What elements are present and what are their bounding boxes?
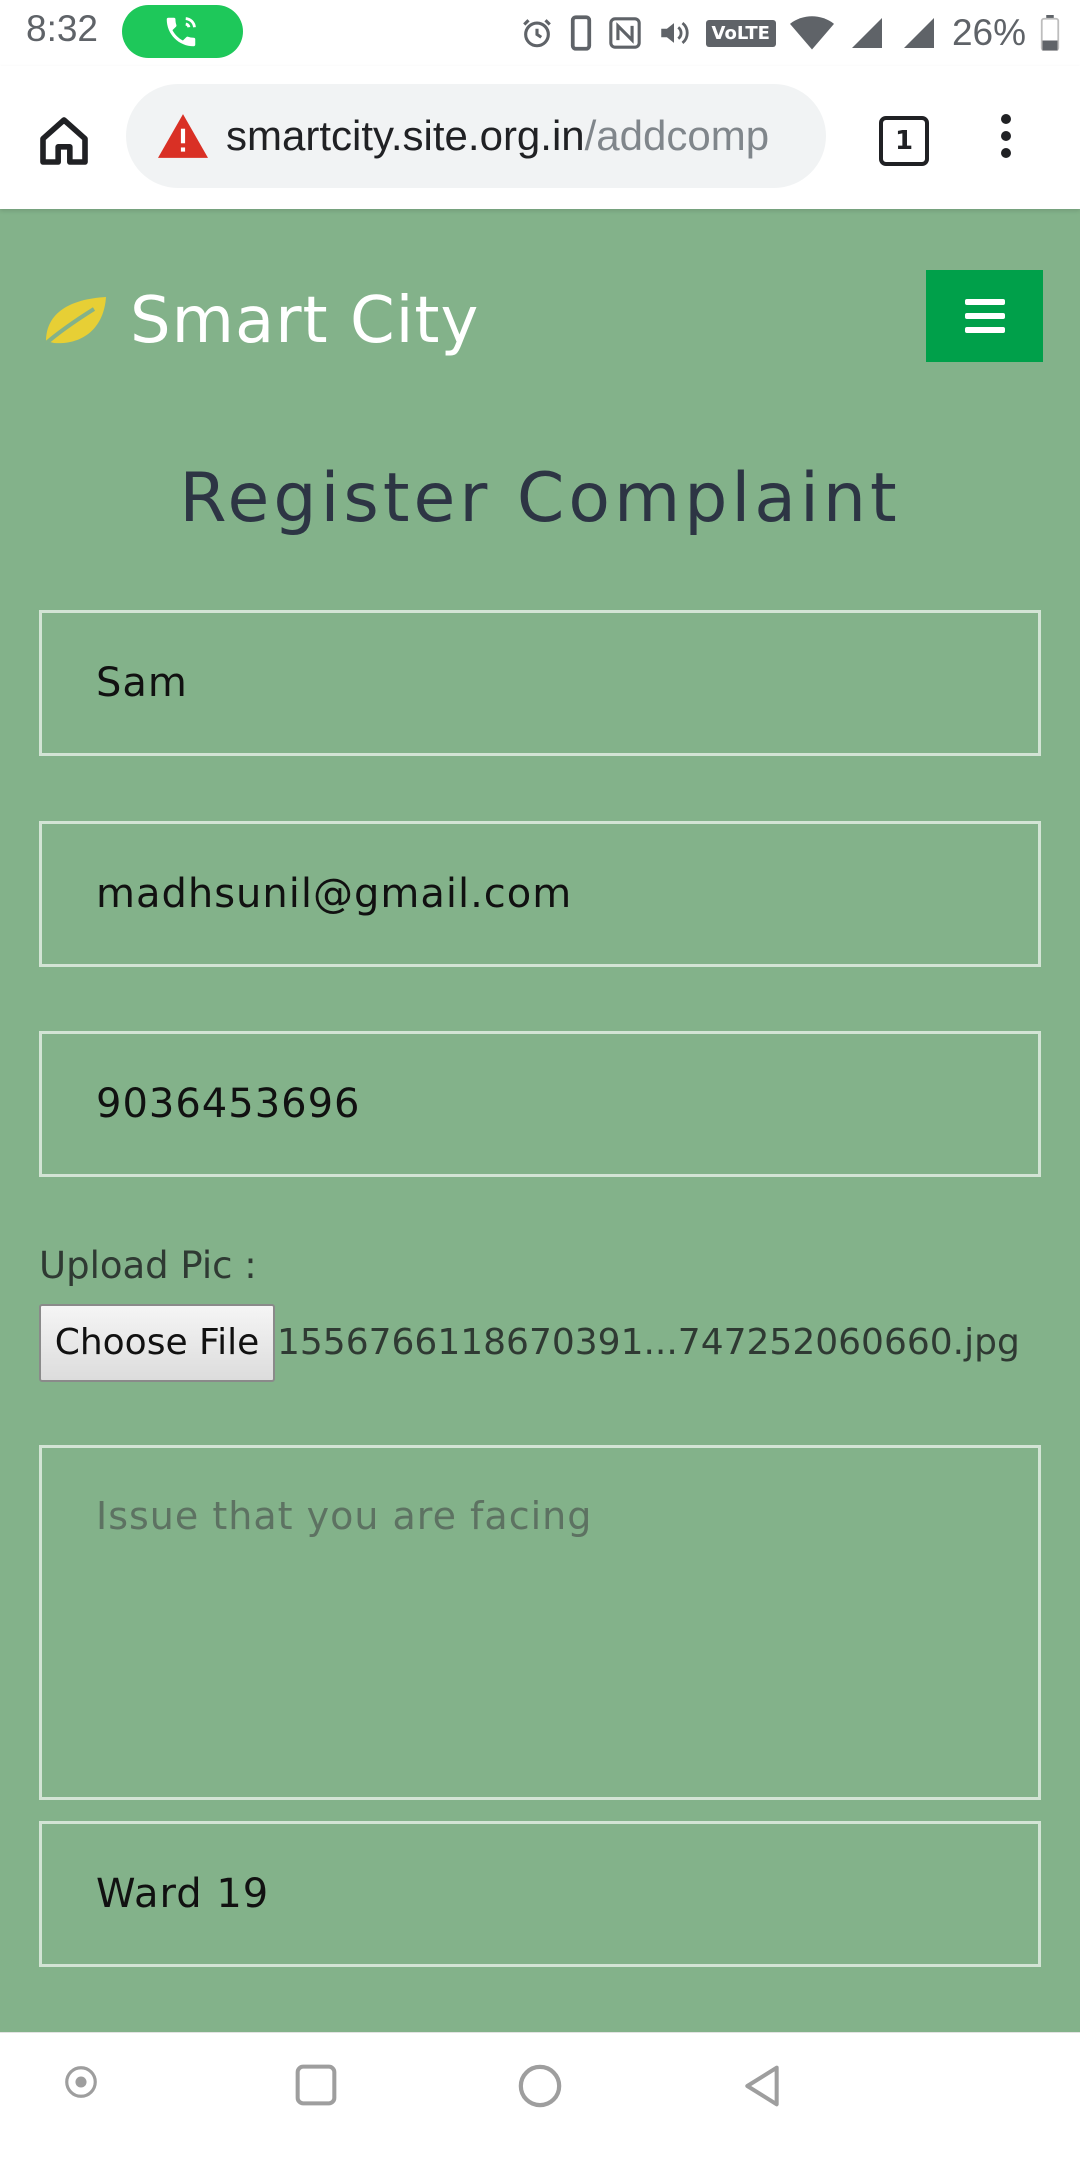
status-time: 8:32: [26, 8, 99, 49]
home-nav-icon[interactable]: [517, 2063, 563, 2109]
site-name: Smart City: [130, 284, 480, 358]
address-bar[interactable]: smartcity.site.org.in/addcomp: [126, 84, 826, 188]
url-path: /addcomp: [584, 112, 770, 159]
choose-file-button[interactable]: Choose File: [39, 1304, 275, 1382]
phone-field[interactable]: 9036453696: [39, 1031, 1041, 1177]
alarm-icon: [522, 19, 551, 48]
page-content: Smart City Register Complaint Sam madhsu…: [0, 209, 1080, 2032]
more-options-icon[interactable]: [995, 114, 1017, 164]
hamburger-icon: [965, 299, 1005, 305]
page-title: Register Complaint: [179, 459, 901, 538]
signal-icon: [851, 18, 882, 48]
ongoing-call-pill[interactable]: [122, 5, 243, 58]
status-bar: 8:32 VoLTE 26%: [0, 0, 1080, 66]
menu-toggle-button[interactable]: [926, 270, 1043, 362]
not-secure-warning-icon[interactable]: [158, 114, 208, 158]
tab-switcher-button[interactable]: 1: [879, 116, 929, 166]
assistant-icon[interactable]: [62, 2063, 100, 2101]
name-field[interactable]: Sam: [39, 610, 1041, 756]
issue-textarea[interactable]: Issue that you are facing: [39, 1445, 1041, 1800]
recents-icon[interactable]: [294, 2063, 338, 2107]
vibrate-icon: [570, 15, 591, 51]
navigation-bar: [0, 2032, 1080, 2161]
battery-icon: [1040, 15, 1060, 51]
home-icon[interactable]: [36, 113, 92, 169]
volte-icon: VoLTE: [705, 19, 776, 47]
leaf-logo-icon: [42, 297, 106, 347]
volume-icon: [660, 21, 689, 45]
nfc-icon: [608, 17, 641, 49]
signal-icon-2: [903, 18, 934, 48]
email-field[interactable]: madhsunil@gmail.com: [39, 821, 1041, 967]
ward-field[interactable]: Ward 19: [39, 1821, 1041, 1967]
url-text[interactable]: smartcity.site.org.in/addcomp: [226, 84, 801, 188]
selected-file-name: 1556766118670391...747252060660.jpg: [277, 1322, 1020, 1363]
phone-call-icon: [166, 17, 196, 47]
back-icon[interactable]: [740, 2063, 784, 2109]
site-brand[interactable]: Smart City: [40, 284, 479, 358]
url-host: smartcity.site.org.in: [226, 112, 585, 159]
status-icons: VoLTE 26%: [520, 8, 1060, 58]
upload-pic-label: Upload Pic :: [39, 1244, 257, 1287]
wifi-icon: [789, 16, 834, 50]
browser-toolbar: smartcity.site.org.in/addcomp 1: [0, 66, 1080, 209]
battery-percent: 26%: [951, 12, 1026, 53]
